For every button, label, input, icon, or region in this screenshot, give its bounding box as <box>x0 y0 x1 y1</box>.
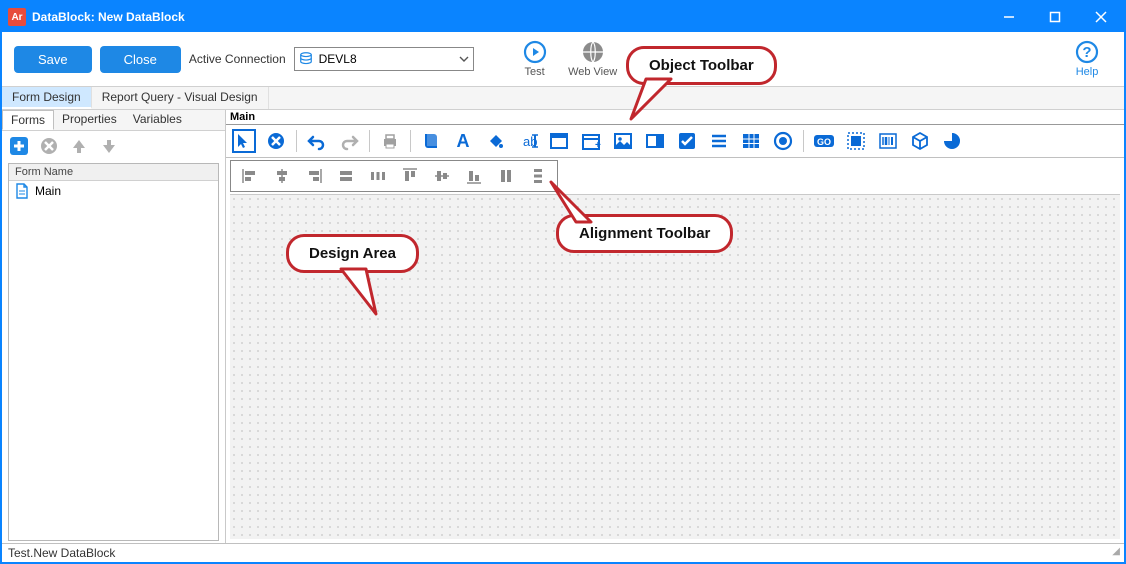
maximize-icon <box>1049 11 1061 23</box>
save-button[interactable]: Save <box>14 46 92 73</box>
alignment-toolbar <box>230 160 558 192</box>
object-toolbar: A ab + GO <box>226 125 1124 158</box>
split-tool[interactable] <box>643 129 667 153</box>
chevron-down-icon <box>459 54 469 64</box>
print-tool[interactable] <box>378 129 402 153</box>
webview-button[interactable]: Web View <box>568 40 618 78</box>
align-center-v-button[interactable] <box>431 165 453 187</box>
callout-tail-icon <box>331 264 391 319</box>
help-label: Help <box>1076 66 1099 78</box>
app-icon: Ar <box>8 8 26 26</box>
svg-text:?: ? <box>1082 44 1091 61</box>
panel-tool[interactable] <box>547 129 571 153</box>
separator <box>410 130 411 152</box>
active-connection-label: Active Connection <box>189 52 286 66</box>
callout-alignment-toolbar: Alignment Toolbar <box>556 214 733 253</box>
form-icon <box>15 183 29 199</box>
subtab-variables[interactable]: Variables <box>125 110 190 130</box>
checkbox-tool[interactable] <box>675 129 699 153</box>
separator <box>369 130 370 152</box>
main-area: Main A ab + <box>226 110 1124 543</box>
close-icon <box>1095 11 1107 23</box>
webview-label: Web View <box>568 66 617 78</box>
subtab-properties[interactable]: Properties <box>54 110 125 130</box>
maximize-button[interactable] <box>1032 2 1078 32</box>
minimize-icon <box>1003 11 1015 23</box>
minimize-button[interactable] <box>986 2 1032 32</box>
svg-text:A: A <box>457 131 470 151</box>
textfield-tool[interactable]: ab <box>515 129 539 153</box>
main-tabs: Form Design Report Query - Visual Design <box>2 86 1124 110</box>
tab-form-design[interactable]: Form Design <box>2 87 92 109</box>
form-list-item-label: Main <box>35 184 61 198</box>
redo-button[interactable] <box>337 129 361 153</box>
align-left-button[interactable] <box>239 165 261 187</box>
top-toolbar: Save Close Active Connection DEVL8 Test … <box>2 32 1124 86</box>
image-tool[interactable] <box>611 129 635 153</box>
separator <box>803 130 804 152</box>
fill-tool[interactable] <box>483 129 507 153</box>
status-text: Test.New DataBlock <box>8 546 115 560</box>
help-icon: ? <box>1075 40 1099 64</box>
form-list: Form Name Main <box>8 163 219 541</box>
align-right-button[interactable] <box>303 165 325 187</box>
text-tool[interactable]: A <box>451 129 475 153</box>
svg-text:GO: GO <box>817 137 831 147</box>
callout-tail-icon <box>541 177 601 227</box>
same-height-button[interactable] <box>495 165 517 187</box>
globe-icon <box>581 40 605 64</box>
body: Forms Properties Variables Form <box>2 110 1124 543</box>
list-tool[interactable] <box>707 129 731 153</box>
delete-tool[interactable] <box>264 129 288 153</box>
form-list-item[interactable]: Main <box>9 181 218 201</box>
align-bottom-button[interactable] <box>463 165 485 187</box>
sidebar: Forms Properties Variables Form <box>2 110 226 543</box>
add-form-button[interactable] <box>8 135 30 157</box>
go-button-tool[interactable]: GO <box>812 129 836 153</box>
separator <box>296 130 297 152</box>
radio-tool[interactable] <box>771 129 795 153</box>
database-icon <box>299 52 313 66</box>
group-tool[interactable] <box>844 129 868 153</box>
book-tool[interactable] <box>419 129 443 153</box>
delete-form-button[interactable] <box>38 135 60 157</box>
connection-select[interactable]: DEVL8 <box>294 47 474 71</box>
close-button[interactable]: Close <box>100 46 181 73</box>
undo-button[interactable] <box>305 129 329 153</box>
test-label: Test <box>525 66 545 78</box>
help-button[interactable]: ? Help <box>1062 40 1112 78</box>
calendar-tool[interactable]: + <box>579 129 603 153</box>
move-up-button[interactable] <box>68 135 90 157</box>
align-center-h-button[interactable] <box>271 165 293 187</box>
test-button[interactable]: Test <box>510 40 560 78</box>
svg-text:+: + <box>595 140 601 151</box>
move-down-button[interactable] <box>98 135 120 157</box>
callout-object-toolbar: Object Toolbar <box>626 46 777 85</box>
distribute-h-button[interactable] <box>367 165 389 187</box>
callout-design-area: Design Area <box>286 234 419 273</box>
play-icon <box>523 40 547 64</box>
table-tool[interactable] <box>739 129 763 153</box>
sidebar-toolbar <box>2 131 225 161</box>
window: Ar DataBlock: New DataBlock Save Close A… <box>0 0 1126 564</box>
resize-grip-icon[interactable]: ◢ <box>1112 546 1118 560</box>
subtab-forms[interactable]: Forms <box>2 110 54 130</box>
chart-tool[interactable] <box>940 129 964 153</box>
sidebar-tabs: Forms Properties Variables <box>2 110 225 131</box>
titlebar: Ar DataBlock: New DataBlock <box>2 2 1124 32</box>
statusbar: Test.New DataBlock ◢ <box>2 543 1124 562</box>
same-width-button[interactable] <box>335 165 357 187</box>
cube-tool[interactable] <box>908 129 932 153</box>
close-window-button[interactable] <box>1078 2 1124 32</box>
connection-value: DEVL8 <box>319 52 453 66</box>
tab-report-query[interactable]: Report Query - Visual Design <box>92 87 269 109</box>
pointer-tool[interactable] <box>232 129 256 153</box>
window-title: DataBlock: New DataBlock <box>32 10 185 24</box>
form-list-header: Form Name <box>9 164 218 181</box>
align-top-button[interactable] <box>399 165 421 187</box>
callout-tail-icon <box>621 74 681 124</box>
barcode-tool[interactable] <box>876 129 900 153</box>
